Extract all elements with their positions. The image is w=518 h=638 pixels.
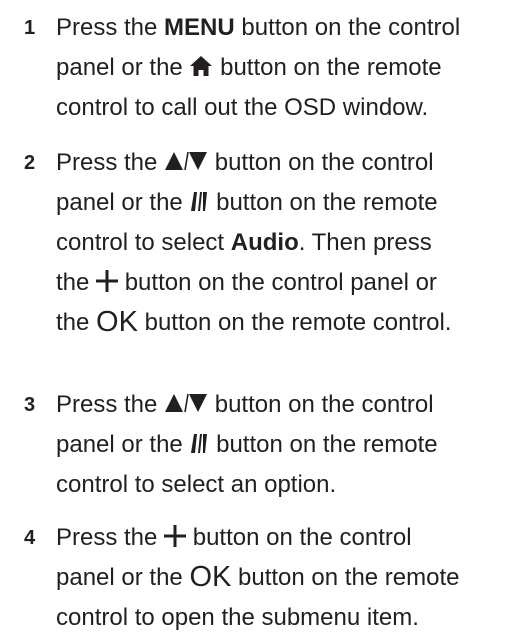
ok-button-label: OK [96,306,138,338]
plus-icon [164,525,187,547]
step-number: 3 [24,394,36,416]
up-down-arrows-icon [164,150,208,172]
instruction-steps: 1 Press the MENU button on the control p… [0,0,518,635]
home-icon [189,55,213,77]
remote-up-down-icon [189,432,209,454]
step-number: 4 [24,527,36,549]
step-text: Press the button on the control panel or… [56,149,452,338]
audio-label: Audio [230,229,299,256]
plus-icon [96,270,119,292]
remote-up-down-icon [189,190,209,212]
step-number: 1 [24,17,36,39]
up-down-arrows-icon [164,392,208,414]
step-text: Press the button on the control panel or… [56,524,460,631]
step-number: 2 [24,152,36,174]
step-text: Press the button on the control panel or… [56,391,438,498]
ok-button-label: OK [189,561,232,593]
menu-button-label: MENU [164,14,235,41]
step-text: Press the MENU button on the control pan… [56,14,461,121]
